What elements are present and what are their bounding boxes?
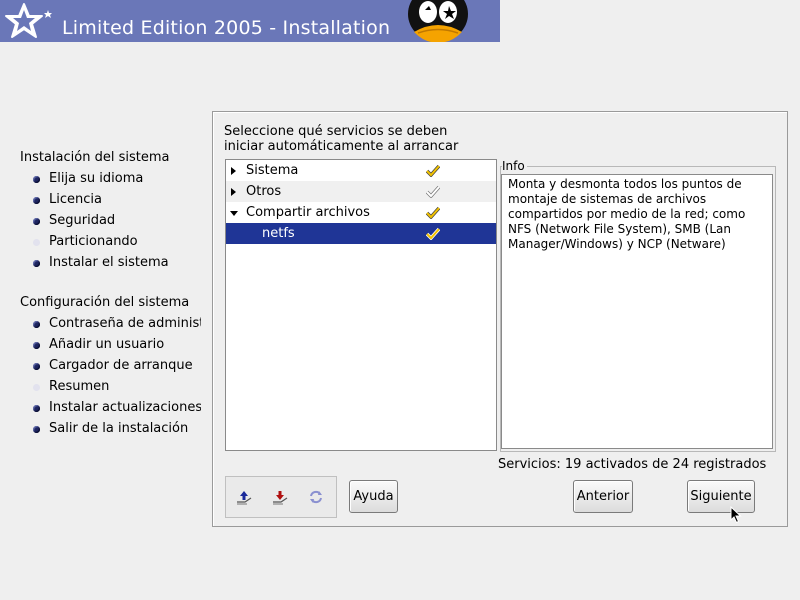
service-toolbar — [225, 476, 337, 518]
step-label: Salir de la instalación — [49, 421, 189, 436]
tree-row-netfs[interactable]: netfs — [226, 223, 496, 244]
group-title-config: Configuración del sistema — [20, 295, 190, 310]
collapse-arrow-icon[interactable] — [230, 211, 238, 216]
checkmark-icon[interactable] — [426, 164, 440, 177]
header-banner: Limited Edition 2005 - Installation — [0, 0, 500, 42]
tree-row-compartir-archivos[interactable]: Compartir archivos — [226, 202, 496, 223]
installation-steps: Instalación del sistema Elija su idioma … — [20, 150, 210, 442]
tree-row-otros[interactable]: Otros — [226, 181, 496, 202]
step-label: Elija su idioma — [49, 171, 144, 186]
step-label: Cargador de arranque — [49, 358, 193, 373]
step-done-bullet-icon — [33, 321, 40, 328]
help-button[interactable]: Ayuda — [349, 480, 398, 513]
step-item: Cargador de arranque — [20, 358, 201, 379]
group-title-install: Instalación del sistema — [20, 150, 170, 165]
step-item: Licencia — [20, 192, 201, 213]
tree-row-label: Compartir archivos — [246, 205, 370, 220]
tree-row-label: netfs — [262, 226, 295, 241]
step-label: Resumen — [49, 379, 110, 394]
step-item: Seguridad — [20, 213, 201, 234]
checkmark-icon[interactable] — [426, 227, 440, 240]
services-prompt: Seleccione qué servicios se deben inicia… — [224, 124, 459, 154]
step-item: Particionando — [20, 234, 201, 255]
step-done-bullet-icon — [33, 342, 40, 349]
step-done-bullet-icon — [33, 176, 40, 183]
info-title: Info — [502, 159, 527, 173]
tree-row-sistema[interactable]: Sistema — [226, 160, 496, 181]
step-label: Instalar actualizaciones — [49, 400, 201, 415]
step-label: Particionando — [49, 234, 138, 249]
step-item: Instalar actualizaciones — [20, 400, 201, 421]
services-tree[interactable]: Sistema Otros Compartir archivos netfs — [225, 159, 497, 451]
step-pending-bullet-icon — [33, 384, 40, 391]
step-item: Elija su idioma — [20, 171, 201, 192]
back-button[interactable]: Anterior — [573, 480, 633, 513]
start-service-icon[interactable] — [235, 488, 253, 506]
next-button[interactable]: Siguiente — [687, 480, 755, 513]
step-done-bullet-icon — [33, 405, 40, 412]
step-label: Añadir un usuario — [49, 337, 165, 352]
step-done-bullet-icon — [33, 197, 40, 204]
step-done-bullet-icon — [33, 363, 40, 370]
checkmark-icon[interactable] — [426, 206, 440, 219]
partial-checkmark-icon[interactable] — [426, 185, 440, 198]
step-done-bullet-icon — [33, 426, 40, 433]
step-item: Añadir un usuario — [20, 337, 201, 358]
step-item: Salir de la instalación — [20, 421, 201, 442]
step-item: Instalar el sistema — [20, 255, 201, 276]
step-label: Instalar el sistema — [49, 255, 169, 270]
step-label: Contraseña de administi — [49, 316, 201, 331]
expand-arrow-icon[interactable] — [231, 188, 236, 196]
step-label: Seguridad — [49, 213, 116, 228]
step-item: Contraseña de administi — [20, 316, 201, 337]
step-pending-bullet-icon — [33, 239, 40, 246]
tree-row-label: Sistema — [246, 163, 299, 178]
banner-title: Limited Edition 2005 - Installation — [62, 17, 391, 39]
services-panel: Seleccione qué servicios se deben inicia… — [212, 111, 788, 527]
restart-service-icon[interactable] — [307, 488, 325, 506]
services-status: Servicios: 19 activados de 24 registrado… — [498, 457, 767, 472]
step-done-bullet-icon — [33, 218, 40, 225]
mouse-pointer-icon — [730, 506, 742, 524]
step-label: Licencia — [49, 192, 102, 207]
info-text: Monta y desmonta todos los puntos de mon… — [501, 174, 773, 449]
step-item: Resumen — [20, 379, 201, 400]
step-done-bullet-icon — [33, 260, 40, 267]
star-logo-icon — [5, 3, 52, 38]
expand-arrow-icon[interactable] — [231, 167, 236, 175]
tree-row-label: Otros — [246, 184, 282, 199]
stop-service-icon[interactable] — [271, 488, 289, 506]
penguin-mascot-icon — [408, 0, 468, 42]
